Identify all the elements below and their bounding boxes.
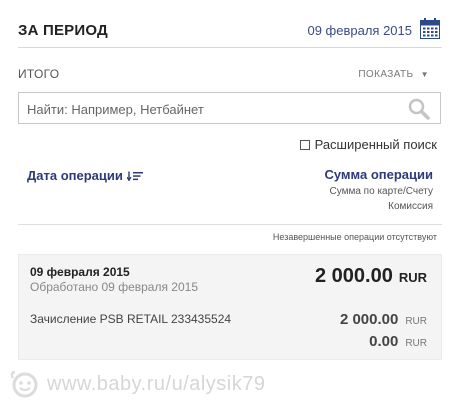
operation-processed: Обработано 09 февраля 2015 xyxy=(30,280,198,294)
date-column-header[interactable]: Дата операции xyxy=(27,168,143,183)
search-box xyxy=(18,92,441,124)
operation-card-amount: 2 000.00 RUR xyxy=(340,311,427,328)
sum-column-sub-commission: Комиссия xyxy=(388,201,433,212)
header-divider xyxy=(18,47,442,48)
advanced-search-label: Расширенный поиск xyxy=(314,137,437,152)
watermark-text: www.baby.ru/u/alysik79 xyxy=(47,372,266,395)
search-icon[interactable] xyxy=(408,98,430,120)
period-header: ЗА ПЕРИОД 09 февраля 2015 xyxy=(18,18,442,48)
columns-divider xyxy=(18,224,442,225)
operation-card[interactable]: 09 февраля 2015 Обработано 09 февраля 20… xyxy=(18,254,442,360)
show-label: ПОКАЗАТЬ xyxy=(358,69,414,80)
itogo-label: ИТОГО xyxy=(18,67,60,81)
caret-down-icon: ▼ xyxy=(420,70,429,79)
calendar-icon[interactable] xyxy=(420,18,440,39)
commission-value: 0.00 xyxy=(369,333,399,350)
baby-ru-logo-icon xyxy=(10,370,38,398)
period-title: ЗА ПЕРИОД xyxy=(18,22,108,39)
no-incomplete-operations: Незавершенные операции отсутствуют xyxy=(272,232,437,242)
operation-commission: 0.00 RUR xyxy=(369,333,427,350)
sum-column-header[interactable]: Сумма операции Сумма по карте/Счету Коми… xyxy=(324,167,433,212)
watermark: www.baby.ru/u/alysik79 xyxy=(8,370,266,398)
operation-total: 2 000.00 RUR xyxy=(315,265,427,288)
operation-total-value: 2 000.00 xyxy=(314,265,393,287)
sort-desc-icon[interactable] xyxy=(126,171,143,181)
operation-total-currency: RUR xyxy=(398,270,427,285)
operation-date: 09 февраля 2015 xyxy=(30,265,130,279)
show-dropdown[interactable]: ПОКАЗАТЬ ▼ xyxy=(358,69,429,80)
sum-column-label: Сумма операции xyxy=(324,167,433,182)
date-column-label: Дата операции xyxy=(27,168,123,183)
search-input[interactable] xyxy=(27,99,387,119)
advanced-search-toggle[interactable]: Расширенный поиск xyxy=(299,137,437,152)
sum-column-sub-card: Сумма по карте/Счету xyxy=(329,186,433,197)
card-amount-value: 2 000.00 xyxy=(339,311,399,328)
operation-description: Зачисление PSB RETAIL 233435524 xyxy=(30,312,232,326)
commission-currency: RUR xyxy=(405,338,427,349)
card-amount-currency: RUR xyxy=(405,316,427,327)
period-date[interactable]: 09 февраля 2015 xyxy=(307,23,412,38)
advanced-search-checkbox[interactable] xyxy=(299,139,310,150)
